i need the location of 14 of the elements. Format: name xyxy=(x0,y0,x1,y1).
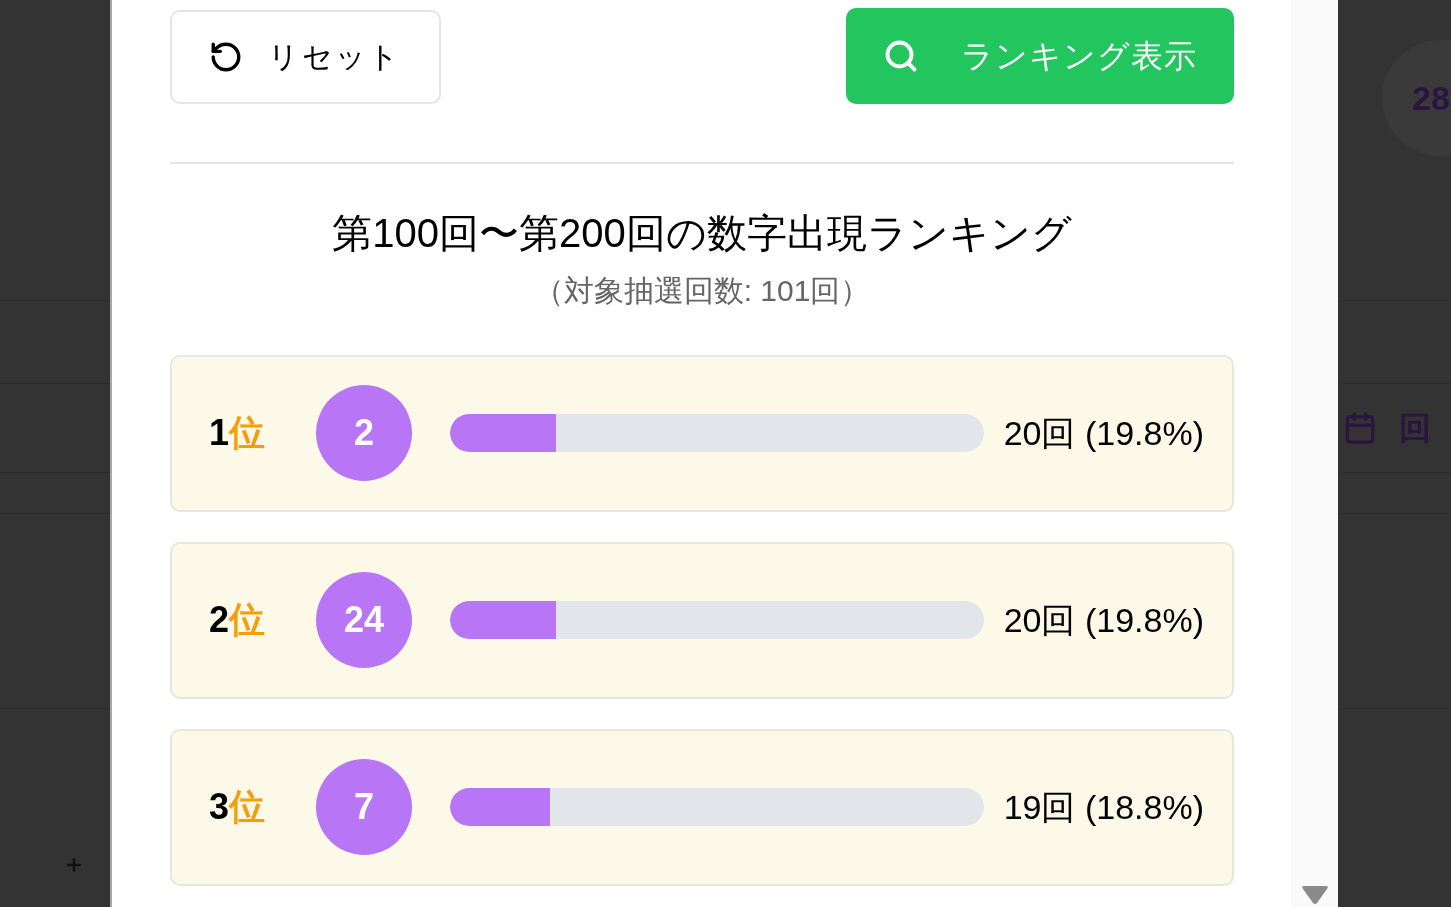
rank-label: 3位 xyxy=(209,789,267,825)
scroll-arrow-icon[interactable] xyxy=(1300,885,1329,905)
calendar-icon xyxy=(1343,411,1377,445)
count-text: 19回 (18.8%) xyxy=(1003,790,1204,824)
rank-label: 2位 xyxy=(209,602,267,638)
count-text: 20回 (19.8%) xyxy=(1003,416,1204,450)
plus-icon[interactable] xyxy=(64,855,84,875)
search-icon xyxy=(883,38,920,74)
reset-button[interactable]: リセット xyxy=(170,10,441,104)
scrollbar-track[interactable] xyxy=(1291,0,1338,907)
count-text: 20回 (19.8%) xyxy=(1003,603,1204,637)
ranking-subtitle: （対象抽選回数: 101回） xyxy=(532,274,872,309)
ranking-title: 第100回〜第200回の数字出現ランキング xyxy=(331,210,1073,256)
rank-label: 1位 xyxy=(209,415,267,451)
